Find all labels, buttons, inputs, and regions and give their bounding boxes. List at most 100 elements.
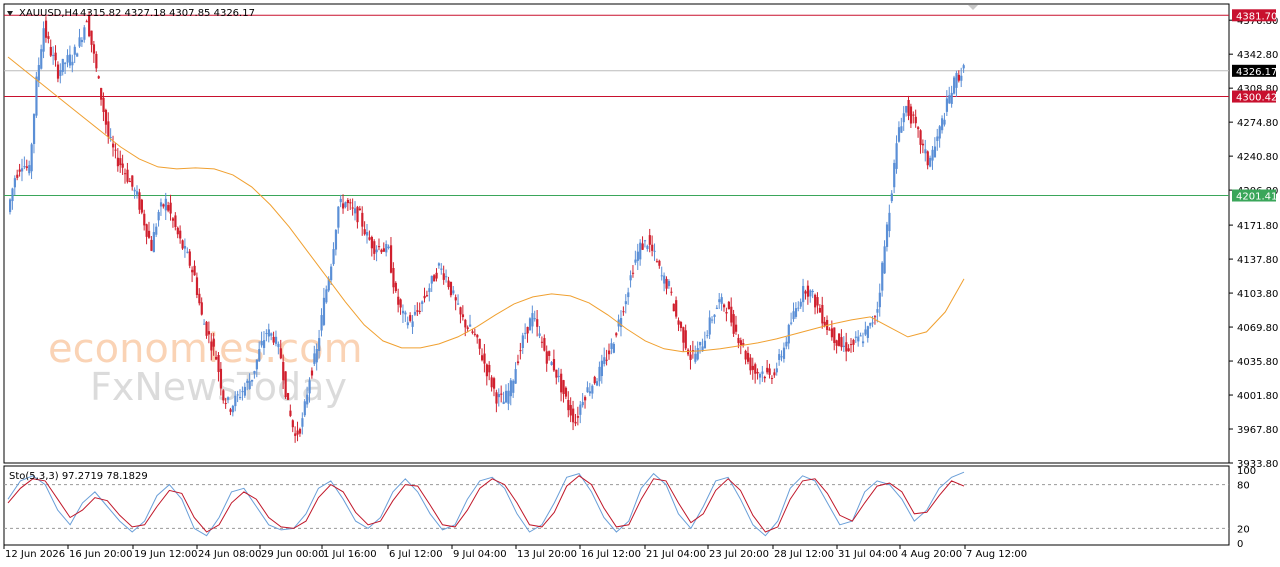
candle bbox=[663, 272, 666, 292]
candle bbox=[754, 362, 757, 384]
candle-body bbox=[90, 30, 93, 45]
candle-body bbox=[286, 393, 290, 400]
price-chart-svg[interactable]: economies.com FxNewsToday 4376.804342.80… bbox=[0, 0, 1280, 567]
candle-body bbox=[35, 76, 38, 116]
candle-body bbox=[854, 336, 857, 338]
candle bbox=[804, 289, 807, 300]
x-tick-label: 28 Jul 12:00 bbox=[774, 549, 834, 560]
candle bbox=[78, 28, 81, 48]
candle-body bbox=[790, 322, 793, 324]
candle bbox=[363, 221, 366, 236]
candle-body bbox=[612, 343, 615, 353]
chart-window[interactable]: economies.com FxNewsToday 4376.80 4342.80… bbox=[0, 0, 1280, 567]
candle-body bbox=[713, 314, 716, 318]
candle bbox=[49, 39, 52, 57]
candle bbox=[612, 342, 615, 354]
candle bbox=[655, 258, 659, 263]
candle-body bbox=[20, 168, 24, 172]
candle bbox=[73, 44, 76, 64]
candle-body bbox=[849, 344, 853, 346]
candle-body bbox=[579, 404, 582, 415]
candle-body bbox=[929, 157, 932, 167]
candle-body bbox=[100, 88, 103, 100]
candle bbox=[179, 225, 182, 244]
x-tick-label: 9 Jul 04:00 bbox=[453, 549, 507, 560]
candle-body bbox=[126, 169, 129, 182]
candle-body bbox=[339, 198, 342, 203]
candle-body bbox=[222, 390, 225, 401]
candle-body bbox=[404, 312, 407, 315]
candle bbox=[550, 361, 553, 366]
candle bbox=[59, 63, 62, 84]
candle-body bbox=[104, 109, 108, 125]
candle-body bbox=[447, 280, 450, 288]
candle bbox=[286, 392, 290, 401]
candle bbox=[866, 325, 869, 343]
candle-body bbox=[512, 380, 515, 393]
candle-body bbox=[277, 343, 280, 348]
candle-body bbox=[116, 157, 120, 167]
candle-body bbox=[250, 379, 254, 382]
candle bbox=[294, 426, 297, 443]
candle-body bbox=[289, 410, 292, 416]
level-label: 4201.41 bbox=[1236, 192, 1277, 203]
candle bbox=[838, 333, 841, 347]
candle bbox=[593, 375, 596, 385]
candle-body bbox=[857, 336, 860, 342]
candle bbox=[492, 376, 496, 397]
candle bbox=[351, 198, 354, 216]
candle-body bbox=[746, 352, 750, 362]
candle-body bbox=[550, 362, 553, 366]
candle-body bbox=[528, 318, 532, 331]
candle-body bbox=[298, 428, 302, 434]
candle-body bbox=[912, 114, 915, 116]
candle-body bbox=[253, 371, 256, 374]
candle bbox=[619, 310, 623, 337]
candle-body bbox=[902, 113, 905, 123]
candle-body bbox=[900, 126, 903, 133]
candle bbox=[354, 201, 357, 221]
candle bbox=[833, 327, 836, 351]
candle-body bbox=[802, 285, 805, 303]
candle-body bbox=[806, 285, 810, 297]
candle bbox=[428, 283, 431, 302]
candle-body bbox=[114, 149, 117, 151]
candle-body bbox=[282, 361, 285, 381]
candle bbox=[40, 44, 43, 70]
candle bbox=[11, 187, 14, 210]
y-tick-label: 4001.80 bbox=[1237, 391, 1278, 402]
candle bbox=[586, 381, 589, 393]
candle-body bbox=[516, 361, 520, 364]
candle bbox=[368, 230, 371, 241]
y-tick-label: 4274.80 bbox=[1237, 118, 1278, 129]
candle bbox=[452, 286, 455, 296]
candle-body bbox=[435, 272, 438, 279]
candle bbox=[701, 338, 704, 352]
candle-body bbox=[112, 143, 115, 148]
candle-body bbox=[509, 380, 512, 397]
candle-body bbox=[830, 328, 834, 338]
candle-body bbox=[909, 106, 913, 124]
shift-marker-icon bbox=[968, 5, 978, 10]
candle-body bbox=[864, 329, 867, 335]
candle-body bbox=[581, 401, 584, 406]
candle-body bbox=[485, 364, 489, 377]
candle-body bbox=[833, 327, 836, 343]
candle bbox=[629, 270, 632, 288]
candle bbox=[794, 302, 798, 319]
candle bbox=[579, 400, 582, 424]
candle-body bbox=[227, 397, 230, 400]
stoch-y-tick-label: 80 bbox=[1237, 481, 1250, 492]
candle-body bbox=[243, 386, 247, 396]
candle-body bbox=[603, 357, 606, 364]
candle bbox=[167, 201, 170, 213]
candle bbox=[792, 302, 795, 322]
candle bbox=[186, 247, 189, 254]
candle bbox=[425, 290, 429, 298]
candle-body bbox=[917, 127, 920, 130]
candle bbox=[198, 288, 201, 306]
candle-body bbox=[373, 241, 376, 254]
candle-body bbox=[464, 319, 467, 328]
candle-body bbox=[699, 341, 702, 346]
candle-body bbox=[533, 318, 536, 320]
